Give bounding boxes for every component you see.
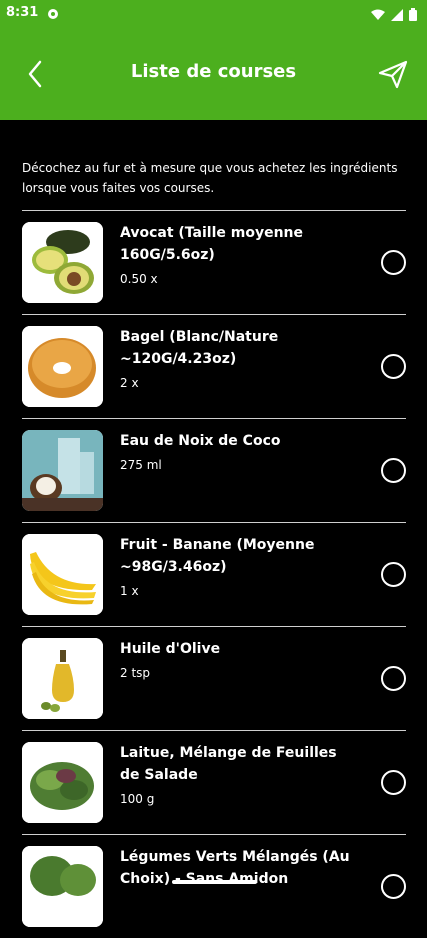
- send-icon[interactable]: [377, 58, 409, 90]
- item-checkbox[interactable]: [381, 562, 406, 587]
- item-name: Avocat (Taille moyenne 160G/5.6oz): [120, 225, 304, 263]
- avocado-icon: [22, 222, 103, 303]
- item-quantity: 2 tsp: [120, 666, 151, 680]
- item-name: Laitue, Mélange de Feuilles de Salade: [120, 745, 337, 783]
- item-checkbox[interactable]: [381, 458, 406, 483]
- item-quantity: 2 x: [120, 376, 139, 390]
- settings-gear-icon: [46, 6, 60, 25]
- battery-icon: [409, 6, 417, 25]
- banana-icon: [22, 534, 103, 615]
- wifi-icon: [371, 6, 385, 25]
- item-name: Eau de Noix de Coco: [120, 433, 281, 449]
- item-name: Huile d'Olive: [120, 641, 221, 657]
- list-item[interactable]: Légumes Verts Mélangés (Au Choix) - Sans…: [22, 835, 406, 938]
- item-checkbox[interactable]: [381, 770, 406, 795]
- list-item[interactable]: Avocat (Taille moyenne 160G/5.6oz) 0.50 x: [22, 211, 406, 314]
- item-checkbox[interactable]: [381, 874, 406, 899]
- signal-icon: [391, 6, 403, 25]
- item-quantity: 1 x: [120, 584, 139, 598]
- app-bar: Liste de courses: [0, 28, 427, 120]
- status-time: 8:31: [6, 5, 39, 20]
- item-checkbox[interactable]: [381, 354, 406, 379]
- home-indicator[interactable]: [172, 880, 257, 884]
- item-quantity: 275 ml: [120, 458, 162, 472]
- item-name: Bagel (Blanc/Nature ~120G/4.23oz): [120, 329, 279, 367]
- list-item[interactable]: Bagel (Blanc/Nature ~120G/4.23oz) 2 x: [22, 315, 406, 418]
- status-bar: 8:31: [0, 0, 427, 28]
- intro-text: Décochez au fur et à mesure que vous ach…: [22, 161, 398, 195]
- list-item[interactable]: Laitue, Mélange de Feuilles de Salade 100…: [22, 731, 406, 834]
- shopping-list: Avocat (Taille moyenne 160G/5.6oz) 0.50 x…: [22, 210, 406, 938]
- item-quantity: 0.50 x: [120, 272, 158, 286]
- lettuce-icon: [22, 742, 103, 823]
- page-title: Liste de courses: [130, 61, 297, 82]
- item-quantity: 100 g: [120, 792, 155, 806]
- item-name: Fruit - Banane (Moyenne ~98G/3.46oz): [120, 537, 315, 575]
- bagel-icon: [22, 326, 103, 407]
- list-item[interactable]: Fruit - Banane (Moyenne ~98G/3.46oz) 1 x: [22, 523, 406, 626]
- item-checkbox[interactable]: [381, 666, 406, 691]
- list-item[interactable]: Eau de Noix de Coco 275 ml: [22, 419, 406, 522]
- coconut-water-icon: [22, 430, 103, 511]
- item-checkbox[interactable]: [381, 250, 406, 275]
- system-icons: [371, 6, 417, 25]
- olive-oil-icon: [22, 638, 103, 719]
- greens-icon: [22, 846, 103, 927]
- list-item[interactable]: Huile d'Olive 2 tsp: [22, 627, 406, 730]
